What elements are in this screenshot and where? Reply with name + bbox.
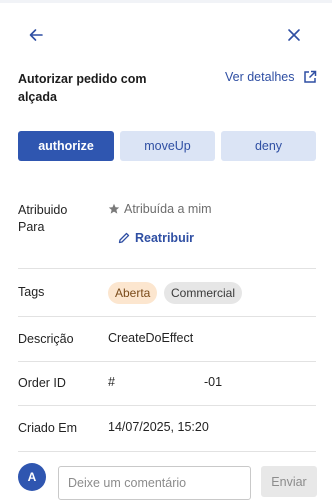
authorization-panel: Autorizar pedido com alçada Ver detalhes… — [0, 0, 332, 500]
assigned-value: Atribuída a mim — [108, 202, 212, 216]
reassign-button[interactable]: Reatribuir — [118, 231, 194, 245]
order-id-label: Order ID — [18, 376, 66, 390]
comment-input[interactable] — [58, 466, 251, 500]
tags-label: Tags — [18, 285, 45, 299]
deny-button[interactable]: deny — [221, 131, 316, 161]
arrow-left-icon — [29, 29, 43, 41]
divider — [18, 405, 316, 406]
star-icon — [108, 203, 120, 214]
created-label: Criado Em — [18, 421, 78, 435]
assigned-value-text: Atribuída a mim — [124, 202, 212, 216]
close-button[interactable] — [280, 21, 308, 49]
order-id-prefix: # — [108, 375, 115, 389]
divider — [18, 451, 316, 452]
description-value: CreateDoEffect — [108, 331, 194, 345]
external-link-icon — [303, 70, 316, 83]
avatar: A — [18, 463, 46, 491]
description-row: Descrição CreateDoEffect — [18, 331, 316, 349]
view-details-label: Ver detalhes — [225, 70, 295, 84]
divider — [18, 361, 316, 362]
authorize-button[interactable]: authorize — [18, 131, 114, 161]
divider — [18, 268, 316, 269]
divider — [18, 316, 316, 317]
view-details-link[interactable]: Ver detalhes — [225, 70, 317, 84]
top-strip — [0, 0, 332, 3]
close-icon — [288, 29, 300, 41]
back-button[interactable] — [22, 21, 50, 49]
action-buttons: authorize moveUp deny — [18, 131, 316, 161]
order-id-suffix: -01 — [204, 375, 223, 389]
pencil-icon — [118, 232, 130, 244]
send-button[interactable]: Enviar — [261, 466, 317, 497]
page-title: Autorizar pedido com alçada — [18, 72, 147, 104]
created-row: Criado Em 14/07/2025, 15:20 — [18, 420, 316, 438]
created-value: 14/07/2025, 15:20 — [108, 420, 209, 434]
reassign-label: Reatribuir — [135, 231, 195, 245]
assigned-label: Atribuido Para — [18, 203, 68, 234]
order-id-row: Order ID # -01 — [18, 375, 316, 393]
assigned-row: Atribuido Para Atribuída a mim Reatribui… — [18, 202, 316, 252]
tags-row: Tags Aberta Commercial — [18, 282, 316, 306]
tag-aberta: Aberta — [108, 282, 158, 304]
tag-commercial: Commercial — [164, 282, 243, 304]
move-up-button[interactable]: moveUp — [120, 131, 215, 161]
description-label: Descrição — [18, 332, 74, 346]
